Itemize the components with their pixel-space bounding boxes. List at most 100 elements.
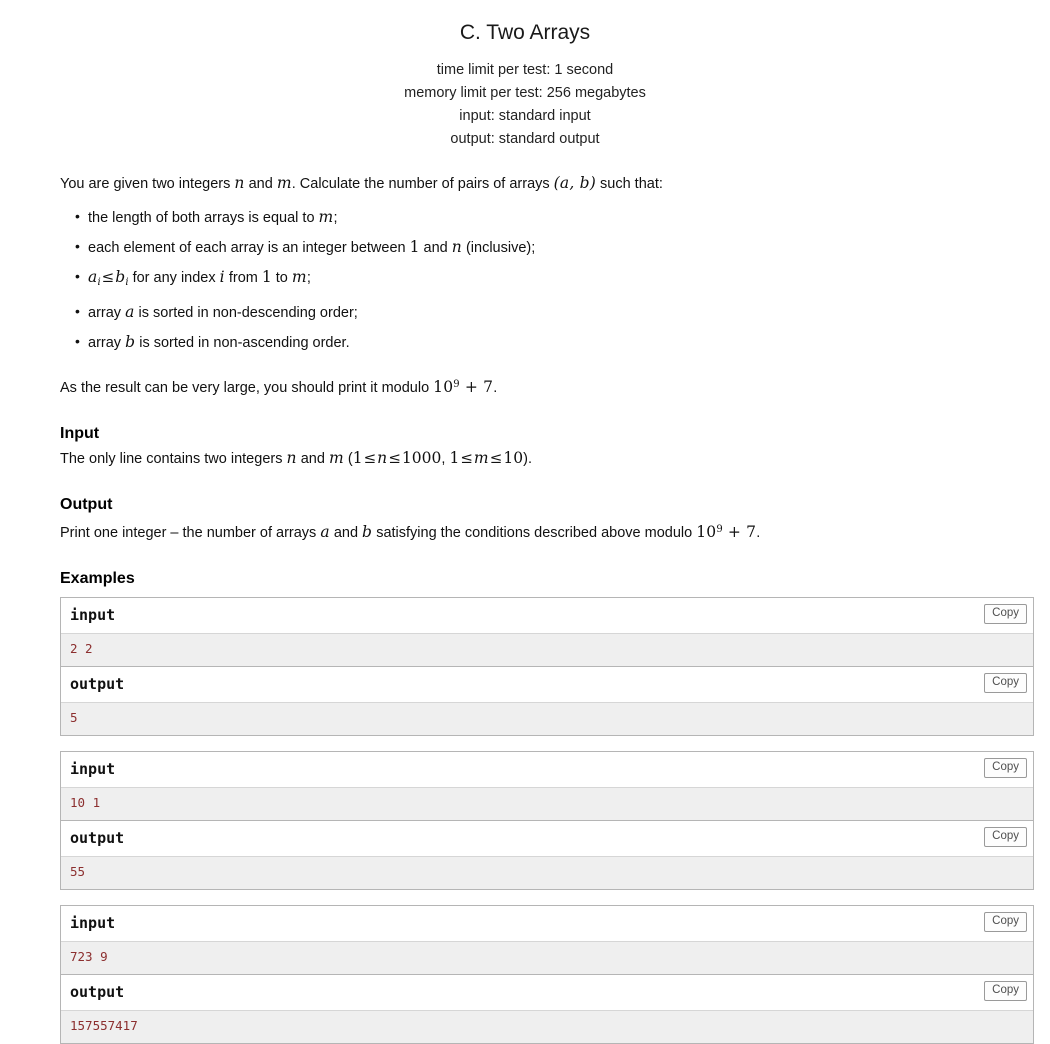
input-text-1: The only line contains two integers bbox=[60, 450, 287, 467]
var-m: m bbox=[318, 208, 334, 226]
output-label: output bbox=[70, 674, 125, 693]
modulo-expression: 109 + 7 bbox=[433, 378, 493, 396]
output-section-text: Print one integer – the number of arrays… bbox=[60, 519, 1032, 544]
problem-statement-page: C. Two Arrays time limit per test: 1 sec… bbox=[0, 0, 1050, 1044]
input-title-bar: input Copy bbox=[61, 597, 1033, 634]
var-n: n bbox=[286, 448, 297, 467]
output-title-bar: output Copy bbox=[61, 820, 1033, 857]
var-b: b bbox=[362, 522, 373, 541]
output-section-heading: Output bbox=[60, 495, 113, 513]
examples-heading: Examples bbox=[60, 569, 135, 587]
input-text-5: ). bbox=[523, 450, 532, 467]
copy-output-button[interactable]: Copy bbox=[984, 980, 1027, 1001]
output-title-bar: output Copy bbox=[61, 666, 1033, 703]
output-label: output bbox=[70, 982, 125, 1001]
copy-output-button[interactable]: Copy bbox=[984, 672, 1027, 693]
intro-text-4: such that: bbox=[595, 176, 663, 192]
condition-text-2: is sorted in non-ascending order. bbox=[135, 334, 350, 351]
modulo-base: 10 bbox=[433, 377, 454, 396]
input-data[interactable]: 10 1 bbox=[61, 787, 1033, 820]
output-data[interactable]: 157557417 bbox=[61, 1010, 1033, 1043]
condition-text: array bbox=[88, 304, 126, 321]
statement-intro: You are given two integers n and m. Calc… bbox=[60, 173, 1032, 195]
condition-range: each element of each array is an integer… bbox=[75, 237, 1032, 257]
problem-body: You are given two integers n and m. Calc… bbox=[0, 173, 1050, 1044]
modulo-text-2: . bbox=[493, 379, 498, 396]
output-block: output Copy 55 bbox=[60, 819, 1034, 890]
condition-text-2: from bbox=[224, 270, 262, 286]
output-block: output Copy 5 bbox=[60, 665, 1034, 736]
time-limit: time limit per test: 1 second bbox=[436, 62, 614, 78]
output-text-4: . bbox=[756, 524, 761, 541]
relation-leq: ≤ bbox=[489, 448, 503, 467]
copy-input-button[interactable]: Copy bbox=[984, 603, 1027, 624]
num-1: 1 bbox=[261, 268, 272, 286]
input-title-bar: input Copy bbox=[61, 905, 1033, 942]
output-data[interactable]: 5 bbox=[61, 702, 1033, 735]
output-text-2: and bbox=[329, 524, 363, 541]
output-label: output bbox=[70, 828, 125, 847]
condition-punct: ; bbox=[333, 210, 338, 226]
sample-tests: input Copy 2 2 output Copy 5 input Copy … bbox=[60, 596, 1034, 1044]
condition-text-2: and bbox=[419, 240, 452, 256]
input-block: input Copy 2 2 bbox=[60, 596, 1034, 666]
constraint-m-low: 1 bbox=[449, 448, 460, 467]
var-m: m bbox=[291, 268, 307, 286]
modulo-text-1: As the result can be very large, you sho… bbox=[60, 379, 434, 396]
constraint-m-var: m bbox=[473, 448, 489, 467]
output-source: output: standard output bbox=[450, 131, 600, 147]
input-data[interactable]: 723 9 bbox=[61, 941, 1033, 974]
input-section-heading: Input bbox=[60, 424, 100, 442]
num-1: 1 bbox=[409, 238, 420, 256]
condition-text-3: to bbox=[271, 270, 292, 286]
constraint-n-var: n bbox=[377, 448, 388, 467]
condition-text: array bbox=[88, 334, 126, 351]
output-text-3: satisfying the conditions described abov… bbox=[372, 524, 697, 541]
constraint-m-high: 10 bbox=[503, 448, 524, 467]
relation-leq: ≤ bbox=[101, 268, 115, 286]
var-m: m bbox=[276, 174, 292, 192]
input-text-3: ( bbox=[343, 450, 353, 467]
modulo-exponent: 9 bbox=[453, 378, 460, 390]
condition-b-sorted: array b is sorted in non-ascending order… bbox=[75, 332, 1032, 352]
condition-text-3: (inclusive); bbox=[461, 240, 536, 256]
condition-length: the length of both arrays is equal to m; bbox=[75, 207, 1032, 227]
var-a: a bbox=[125, 302, 135, 321]
output-text-1: Print one integer – the number of arrays bbox=[60, 524, 321, 541]
memory-limit: memory limit per test: 256 megabytes bbox=[404, 85, 646, 101]
condition-a-sorted: array a is sorted in non-descending orde… bbox=[75, 302, 1032, 322]
copy-output-button[interactable]: Copy bbox=[984, 826, 1027, 847]
copy-input-button[interactable]: Copy bbox=[984, 757, 1027, 778]
relation-leq: ≤ bbox=[363, 448, 377, 467]
modulo-note: As the result can be very large, you sho… bbox=[60, 374, 1032, 399]
constraint-n-high: 1000 bbox=[401, 448, 442, 467]
sample-test-2: input Copy 10 1 output Copy 55 bbox=[60, 750, 1034, 890]
var-m: m bbox=[328, 448, 344, 467]
var-n: n bbox=[234, 174, 245, 192]
var-n: n bbox=[451, 238, 462, 256]
intro-text-3: . Calculate the number of pairs of array… bbox=[291, 176, 554, 192]
var-a: a bbox=[320, 522, 330, 541]
sample-test-3: input Copy 723 9 output Copy 157557417 bbox=[60, 904, 1034, 1044]
condition-text: each element of each array is an integer… bbox=[88, 240, 410, 256]
condition-inequality: ai≤bi for any index i from 1 to m; bbox=[75, 267, 1032, 292]
intro-text-2: and bbox=[244, 176, 277, 192]
output-data[interactable]: 55 bbox=[61, 856, 1033, 889]
relation-leq: ≤ bbox=[460, 448, 473, 467]
modulo-base: 10 bbox=[696, 522, 717, 541]
pair-ab: (a, b) bbox=[553, 174, 596, 192]
input-title-bar: input Copy bbox=[61, 751, 1033, 788]
input-text-2: and bbox=[296, 450, 329, 467]
input-source: input: standard input bbox=[459, 108, 591, 124]
var-b: b bbox=[115, 268, 126, 286]
input-data[interactable]: 2 2 bbox=[61, 633, 1033, 666]
input-label: input bbox=[70, 605, 116, 624]
input-block: input Copy 723 9 bbox=[60, 904, 1034, 974]
condition-text: for any index bbox=[128, 270, 220, 286]
copy-input-button[interactable]: Copy bbox=[984, 911, 1027, 932]
modulo-plus-seven: + 7 bbox=[727, 522, 757, 541]
input-block: input Copy 10 1 bbox=[60, 750, 1034, 820]
input-label: input bbox=[70, 913, 116, 932]
modulo-exponent: 9 bbox=[716, 523, 723, 535]
var-b-i: bi bbox=[115, 268, 128, 288]
